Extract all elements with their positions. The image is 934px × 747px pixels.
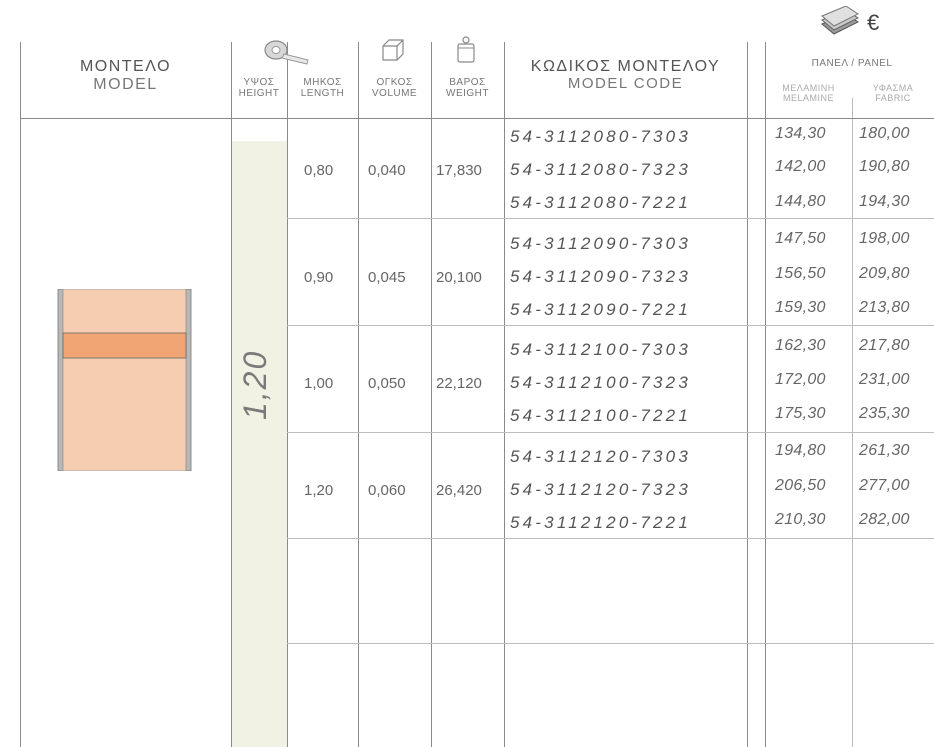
length-header-en: LENGTH bbox=[300, 88, 345, 99]
column-divider bbox=[765, 42, 766, 747]
model-header-gr: ΜΟΝΤΕΛΟ bbox=[79, 58, 172, 75]
column-divider bbox=[231, 42, 232, 747]
weight-header: ΒΑΡΟΣ WEIGHT bbox=[431, 77, 504, 99]
model-header-en: MODEL bbox=[93, 75, 158, 93]
fabric-price: 180,00 bbox=[859, 125, 910, 142]
melamine-price: 159,30 bbox=[775, 299, 826, 316]
melamine-price: 134,30 bbox=[775, 125, 826, 142]
row-divider bbox=[287, 218, 934, 219]
length-value: 0,80 bbox=[304, 162, 334, 179]
model-code: 54-3112090-7303 bbox=[510, 234, 691, 253]
row-divider bbox=[287, 538, 934, 539]
volume-value: 0,040 bbox=[368, 162, 406, 179]
weight-icon bbox=[455, 36, 477, 69]
weight-value: 20,100 bbox=[436, 269, 482, 286]
fabric-price: 194,30 bbox=[859, 193, 910, 210]
melamine-price: 156,50 bbox=[775, 265, 826, 282]
panel-illustration bbox=[56, 288, 193, 472]
model-code: 54-3112100-7303 bbox=[510, 340, 691, 359]
money-icon bbox=[818, 5, 864, 43]
height-header: ΥΨΟΣ HEIGHT bbox=[224, 77, 294, 99]
model-header: ΜΟΝΤΕΛΟ MODEL bbox=[20, 58, 231, 93]
currency-symbol: € bbox=[867, 10, 880, 35]
fabric-price: 198,00 bbox=[859, 230, 910, 247]
weight-header-en: WEIGHT bbox=[446, 88, 489, 99]
fabric-price: 261,30 bbox=[859, 442, 910, 459]
melamine-price: 147,50 bbox=[775, 230, 826, 247]
melamine-price: 172,00 bbox=[775, 371, 826, 388]
header-divider bbox=[20, 118, 934, 119]
weight-value: 17,830 bbox=[436, 162, 482, 179]
code-header-gr: ΚΩΔΙΚΟΣ ΜΟΝΤΕΛΟΥ bbox=[530, 58, 721, 75]
volume-value: 0,050 bbox=[368, 375, 406, 392]
row-divider bbox=[287, 432, 934, 433]
melamine-price: 175,30 bbox=[775, 405, 826, 422]
row-divider bbox=[287, 325, 934, 326]
tape-measure-icon bbox=[262, 38, 312, 71]
code-header: ΚΩΔΙΚΟΣ ΜΟΝΤΕΛΟΥ MODEL CODE bbox=[504, 58, 747, 92]
fabric-price: 217,80 bbox=[859, 337, 910, 354]
fabric-price: 190,80 bbox=[859, 158, 910, 175]
volume-header-gr: ΟΓΚΟΣ bbox=[376, 77, 413, 88]
column-divider bbox=[852, 98, 853, 747]
model-code: 54-3112080-7323 bbox=[510, 160, 691, 179]
volume-header: ΟΓΚΟΣ VOLUME bbox=[358, 77, 431, 99]
fabric-header-en: FABRIC bbox=[875, 92, 911, 103]
model-code: 54-3112100-7221 bbox=[510, 406, 691, 425]
column-divider bbox=[747, 42, 748, 747]
height-band bbox=[231, 141, 287, 747]
model-code: 54-3112090-7221 bbox=[510, 300, 691, 319]
length-value: 1,00 bbox=[304, 375, 334, 392]
column-divider bbox=[431, 42, 432, 747]
column-divider bbox=[287, 42, 288, 747]
length-value: 1,20 bbox=[304, 482, 334, 499]
length-header: ΜΗΚΟΣ LENGTH bbox=[287, 77, 358, 99]
melamine-price: 206,50 bbox=[775, 477, 826, 494]
height-value: 1,20 bbox=[237, 349, 273, 420]
fabric-price: 209,80 bbox=[859, 265, 910, 282]
volume-value: 0,060 bbox=[368, 482, 406, 499]
model-code: 54-3112080-7221 bbox=[510, 193, 691, 212]
melamine-price: 142,00 bbox=[775, 158, 826, 175]
fabric-header: ΥΦΑΣΜΑ FABRIC bbox=[852, 83, 934, 104]
weight-header-gr: ΒΑΡΟΣ bbox=[449, 77, 486, 88]
fabric-price: 231,00 bbox=[859, 371, 910, 388]
model-code: 54-3112120-7221 bbox=[510, 513, 691, 532]
model-code: 54-3112120-7303 bbox=[510, 447, 691, 466]
height-header-en: HEIGHT bbox=[238, 88, 280, 99]
row-divider bbox=[287, 643, 934, 644]
volume-value: 0,045 bbox=[368, 269, 406, 286]
melamine-price: 162,30 bbox=[775, 337, 826, 354]
model-code: 54-3112090-7323 bbox=[510, 267, 691, 286]
panel-header: ΠΑΝΕΛ / PANEL bbox=[811, 58, 893, 69]
volume-header-en: VOLUME bbox=[371, 88, 418, 99]
melamine-price: 194,80 bbox=[775, 442, 826, 459]
height-header-gr: ΥΨΟΣ bbox=[243, 77, 275, 88]
model-code: 54-3112100-7323 bbox=[510, 373, 691, 392]
column-divider bbox=[504, 42, 505, 747]
cube-icon bbox=[380, 38, 406, 67]
melamine-header: ΜΕΛΑΜΙΝΗ MELAMINE bbox=[765, 83, 852, 104]
fabric-price: 282,00 bbox=[859, 511, 910, 528]
fabric-price: 235,30 bbox=[859, 405, 910, 422]
melamine-header-en: MELAMINE bbox=[782, 92, 834, 103]
fabric-price: 213,80 bbox=[859, 299, 910, 316]
weight-value: 26,420 bbox=[436, 482, 482, 499]
fabric-price: 277,00 bbox=[859, 477, 910, 494]
length-value: 0,90 bbox=[304, 269, 334, 286]
melamine-price: 144,80 bbox=[775, 193, 826, 210]
model-code: 54-3112120-7323 bbox=[510, 480, 691, 499]
table-border-left bbox=[20, 42, 21, 747]
length-header-gr: ΜΗΚΟΣ bbox=[303, 77, 342, 88]
model-code: 54-3112080-7303 bbox=[510, 127, 691, 146]
weight-value: 22,120 bbox=[436, 375, 482, 392]
column-divider bbox=[358, 42, 359, 747]
code-header-en: MODEL CODE bbox=[567, 74, 684, 92]
melamine-price: 210,30 bbox=[775, 511, 826, 528]
